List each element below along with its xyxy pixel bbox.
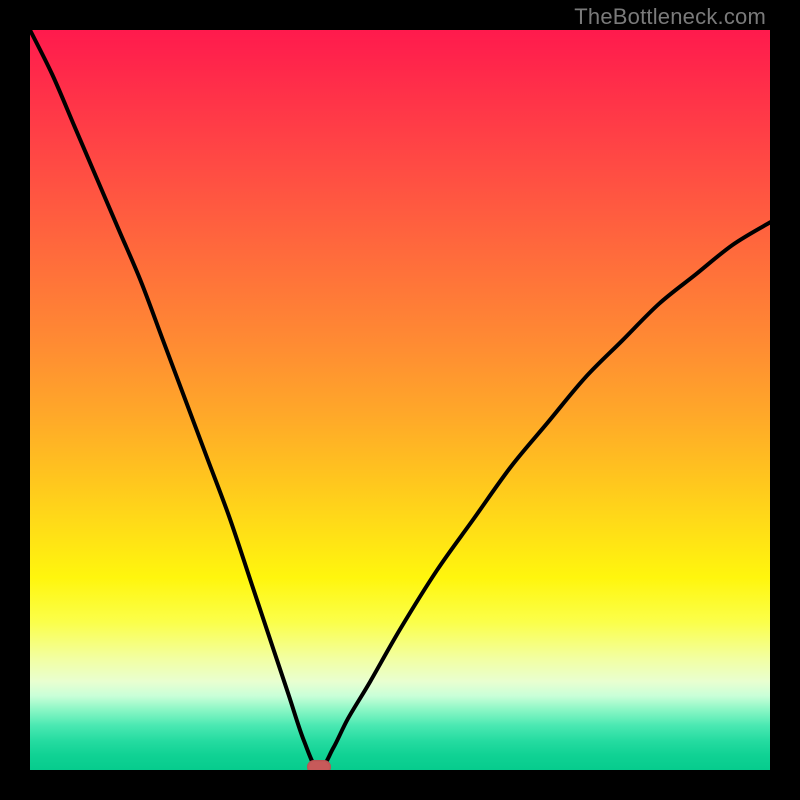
chart-frame: TheBottleneck.com [0,0,800,800]
bottleneck-curve [30,30,770,770]
watermark-text: TheBottleneck.com [574,4,766,30]
curve-path [30,30,770,770]
plot-area [30,30,770,770]
optimal-marker [307,760,331,770]
